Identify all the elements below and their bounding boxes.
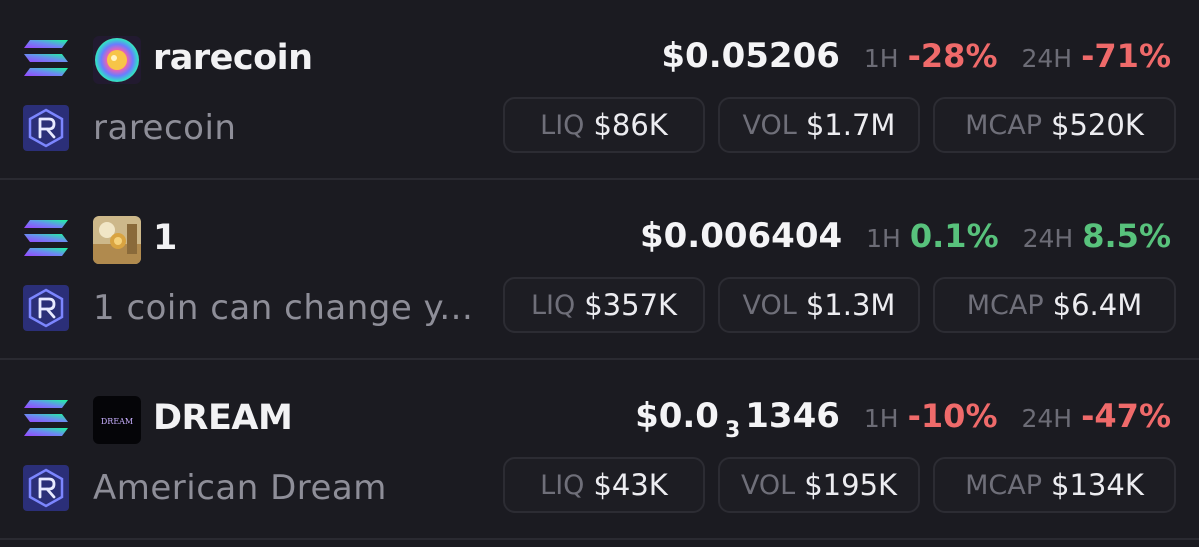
token-price: $0.006404	[639, 216, 843, 256]
liquidity-label: LIQ	[540, 109, 585, 141]
price-line: $0.05206 1H -28% 24H -71%	[661, 36, 1171, 76]
market-cap-value: $134K	[1051, 468, 1144, 502]
volume-pill: VOL $1.7M	[718, 97, 920, 153]
market-cap-pill: MCAP $134K	[933, 457, 1176, 513]
liquidity-label: LIQ	[530, 289, 576, 321]
change-24h-label: 24H	[1022, 224, 1074, 253]
liquidity-value: $43K	[593, 468, 668, 502]
change-1h-label: 1H	[863, 44, 899, 73]
token-symbol: rarecoin	[153, 38, 313, 78]
token-row[interactable]: rarecoin $0.05206 1H -28% 24H -71% rarec…	[0, 0, 1199, 180]
volume-pill: VOL $1.3M	[718, 277, 920, 333]
solana-icon	[24, 400, 68, 436]
dream-token-icon: DREAM	[93, 396, 141, 444]
price-digits: 1346	[745, 396, 840, 436]
volume-value: $1.3M	[805, 288, 896, 322]
market-cap-label: MCAP	[966, 289, 1044, 321]
token-price: $0.0 3 1346	[635, 396, 840, 443]
liquidity-label: LIQ	[540, 469, 585, 501]
liquidity-value: $357K	[584, 288, 678, 322]
change-1h: -28%	[907, 37, 998, 75]
dream-icon-text: DREAM	[101, 417, 133, 426]
market-cap-value: $6.4M	[1052, 288, 1143, 322]
change-1h-label: 1H	[866, 224, 901, 253]
volume-value: $1.7M	[805, 108, 896, 142]
token-price: $0.05206	[661, 36, 840, 76]
token-name: rarecoin	[93, 108, 237, 148]
change-24h-label: 24H	[1021, 404, 1073, 433]
token-row[interactable]: DREAM DREAM $0.0 3 1346 1H -10% 24H -47% A…	[0, 360, 1199, 540]
raydium-icon	[23, 285, 69, 331]
token-symbol: DREAM	[153, 398, 293, 438]
change-1h: 0.1%	[909, 217, 999, 255]
liquidity-pill: LIQ $43K	[503, 457, 705, 513]
price-line: $0.0 3 1346 1H -10% 24H -47%	[635, 396, 1171, 443]
token-row[interactable]: 1 $0.006404 1H 0.1% 24H 8.5% 1 coin can …	[0, 180, 1199, 360]
market-cap-pill: MCAP $520K	[933, 97, 1176, 153]
change-1h-label: 1H	[863, 404, 899, 433]
token-list: rarecoin $0.05206 1H -28% 24H -71% rarec…	[0, 0, 1199, 547]
solana-icon	[24, 220, 68, 256]
price-zero-count: 3	[724, 418, 741, 443]
token-name: 1 coin can change y...	[93, 288, 474, 328]
change-24h-label: 24H	[1021, 44, 1073, 73]
volume-pill: VOL $195K	[718, 457, 920, 513]
change-24h: -47%	[1081, 397, 1171, 435]
change-24h: 8.5%	[1082, 217, 1171, 255]
volume-label: VOL	[740, 469, 796, 501]
change-1h: -10%	[907, 397, 998, 435]
raydium-icon	[23, 105, 69, 151]
volume-label: VOL	[742, 289, 797, 321]
market-cap-value: $520K	[1051, 108, 1144, 142]
liquidity-value: $86K	[593, 108, 668, 142]
token-symbol: 1	[153, 218, 177, 258]
price-prefix: $0.0	[635, 396, 719, 436]
raydium-icon	[23, 465, 69, 511]
one-token-icon	[93, 216, 141, 264]
volume-label: VOL	[742, 109, 797, 141]
volume-value: $195K	[804, 468, 898, 502]
market-cap-label: MCAP	[965, 469, 1043, 501]
liquidity-pill: LIQ $357K	[503, 277, 705, 333]
liquidity-pill: LIQ $86K	[503, 97, 705, 153]
market-cap-pill: MCAP $6.4M	[933, 277, 1176, 333]
price-line: $0.006404 1H 0.1% 24H 8.5%	[640, 216, 1171, 256]
change-24h: -71%	[1081, 37, 1171, 75]
rarecoin-token-icon	[93, 36, 141, 84]
token-name: American Dream	[93, 468, 387, 508]
market-cap-label: MCAP	[965, 109, 1043, 141]
solana-icon	[24, 40, 68, 76]
